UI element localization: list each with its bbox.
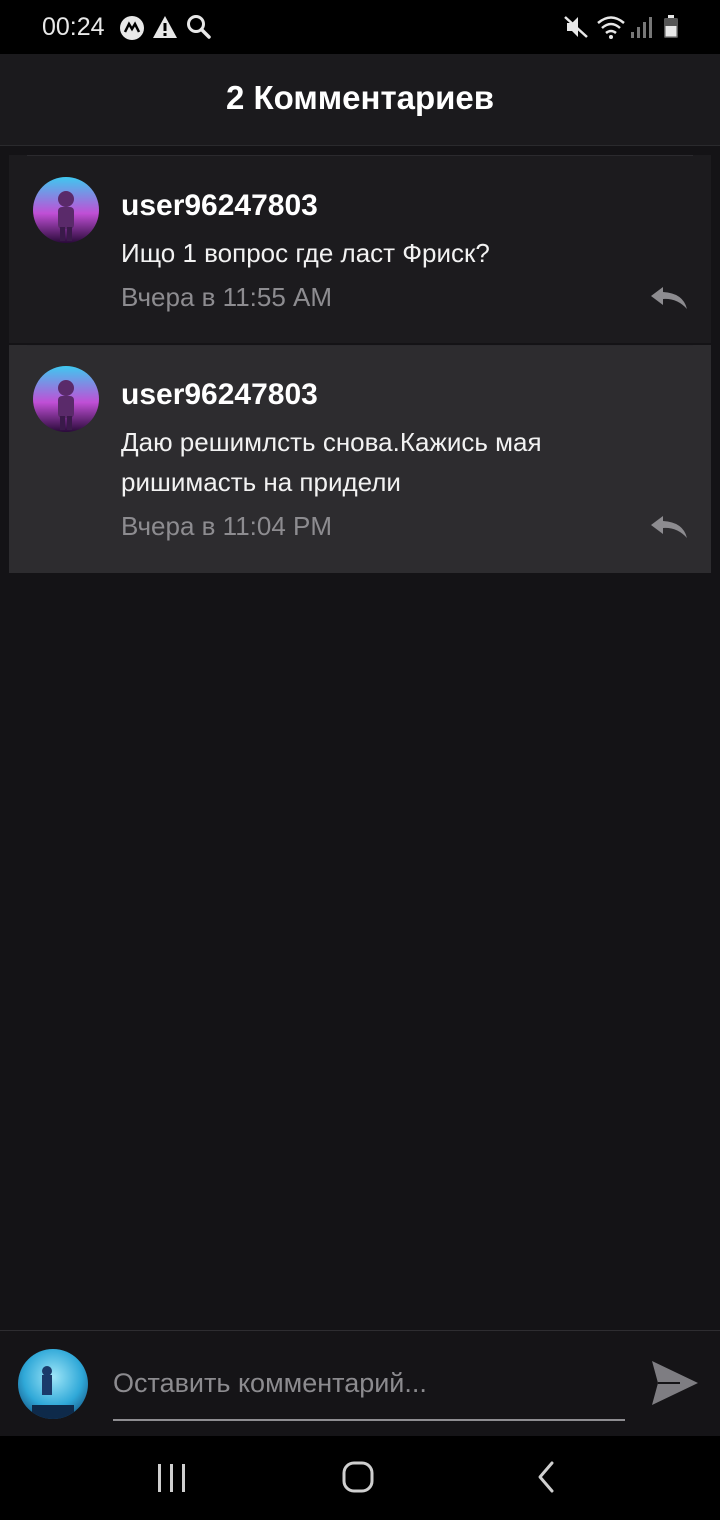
warning-icon [153,16,177,38]
page-title: 2 Комментариев [225,79,495,116]
astronaut-avatar-icon [33,177,99,243]
divider [27,155,693,156]
search-icon [187,15,211,39]
comment-time: Вчера в 11:55 AM [121,282,333,312]
comment-text: Даю решимлсть снова.Кажись мая ришимасть… [121,427,542,497]
wifi-icon [597,16,625,39]
mute-icon [564,16,588,38]
battery-icon [664,15,678,38]
reply-icon[interactable] [649,514,689,540]
comment-item[interactable]: user96247803 Ищо 1 вопрос где ласт Фриск… [9,155,711,343]
astronaut-avatar-icon [33,366,99,432]
signal-icon [631,17,652,38]
home-icon[interactable] [328,1456,388,1500]
status-bar: 00:24 [0,0,720,54]
comment-author[interactable]: user96247803 [121,189,318,223]
reply-icon[interactable] [649,285,689,311]
comment-composer [0,1330,720,1436]
avatar[interactable] [33,366,99,432]
divider [27,345,693,346]
comment-time: Вчера в 11:04 PM [121,511,333,541]
send-icon[interactable] [650,1359,700,1407]
comment-author[interactable]: user96247803 [121,378,318,412]
back-icon[interactable] [516,1456,576,1500]
my-avatar [18,1349,88,1419]
comment-item[interactable]: user96247803 Даю решимлсть снова.Кажись … [9,345,711,573]
system-nav-bar [0,1436,720,1520]
comments-header: 2 Комментариев [0,54,720,146]
status-time: 00:24 [42,13,105,41]
comment-input[interactable] [113,1359,625,1421]
comment-text: Ищо 1 вопрос где ласт Фриск? [121,238,490,268]
avatar[interactable] [33,177,99,243]
recent-apps-icon[interactable] [142,1456,202,1500]
user-avatar-icon [18,1349,88,1419]
messenger-icon [120,16,144,40]
